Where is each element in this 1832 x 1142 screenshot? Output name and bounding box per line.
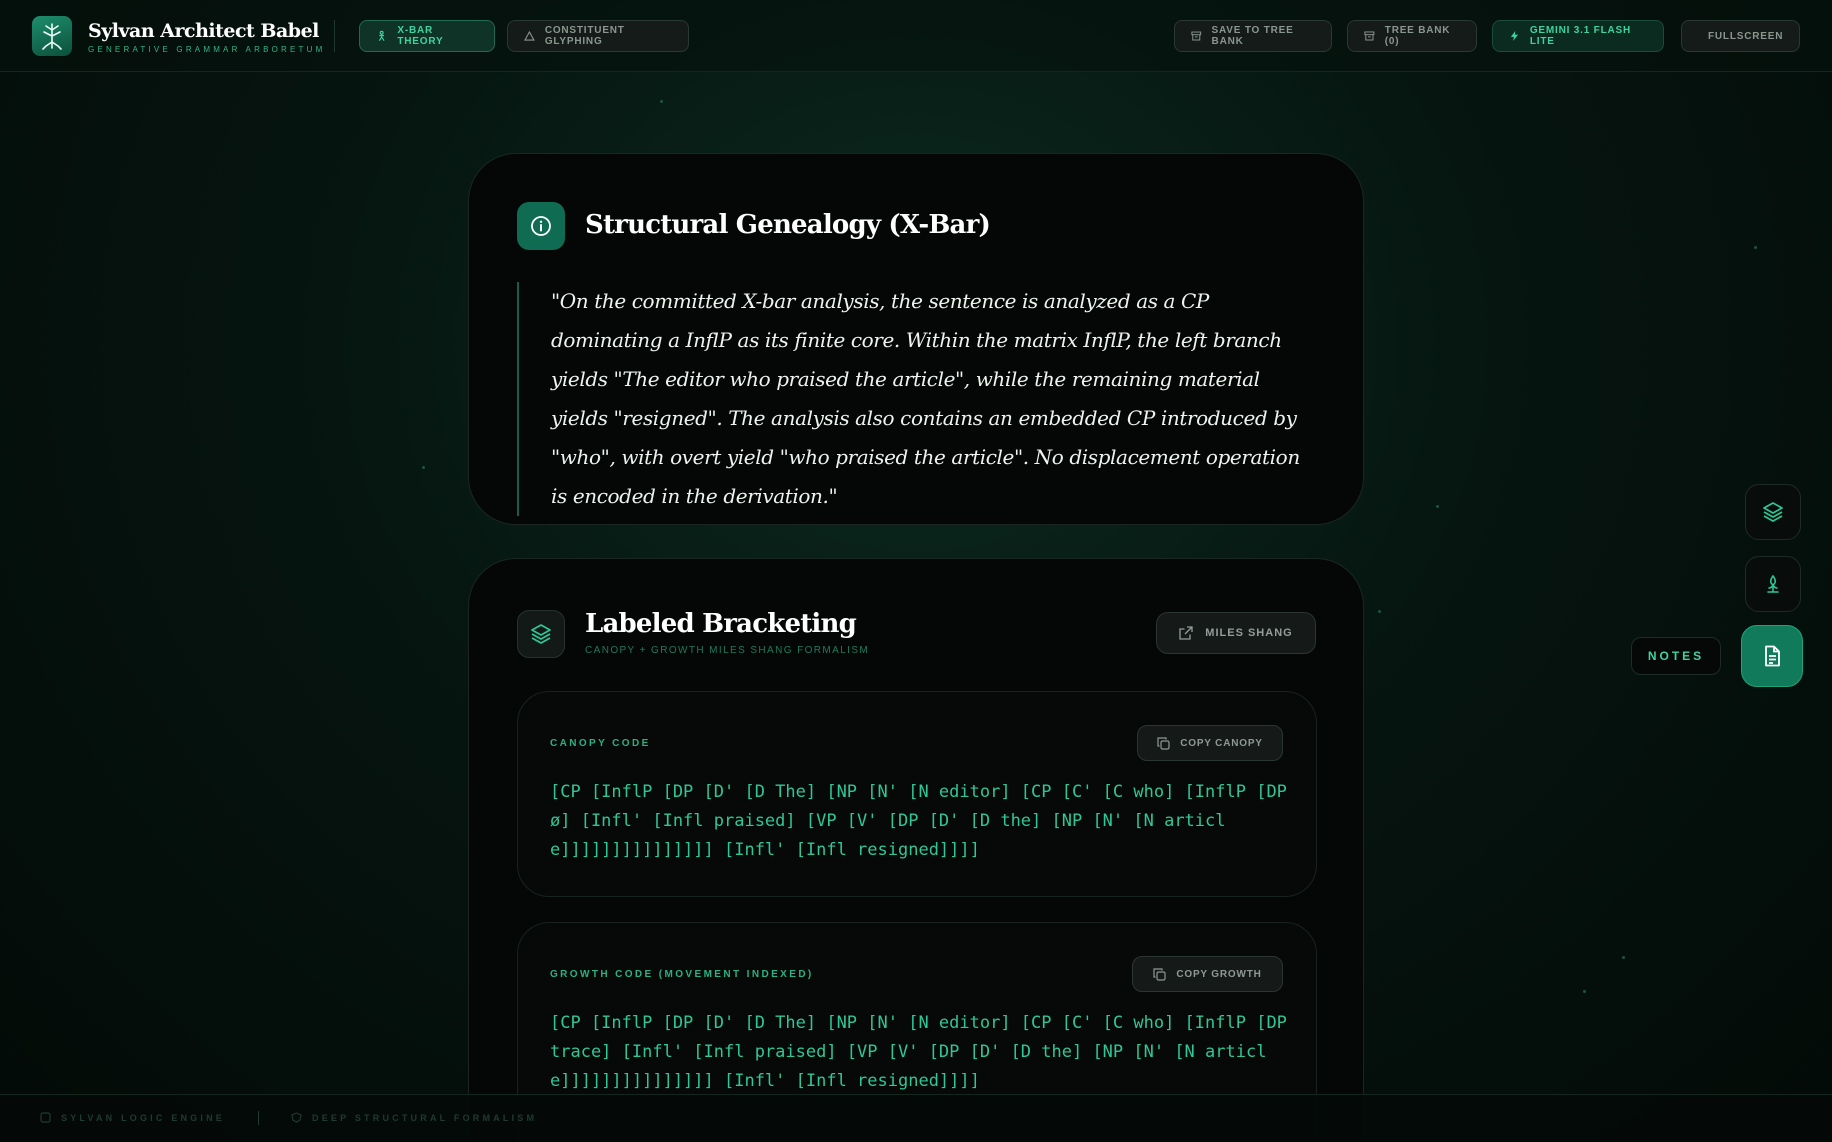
footer-formalism: DEEP STRUCTURAL FORMALISM [291, 1112, 537, 1123]
footer-bar: SYLVAN LOGIC ENGINE DEEP STRUCTURAL FORM… [0, 1094, 1832, 1142]
miles-shang-link-button[interactable]: MILES SHANG [1156, 612, 1316, 654]
tree-bank-button[interactable]: TREE BANK (0) [1347, 20, 1477, 52]
bracketing-subtitle: CANOPY + GROWTH MILES SHANG FORMALISM [585, 645, 870, 656]
background-dot [1583, 990, 1586, 993]
copy-canopy-button[interactable]: COPY CANOPY [1137, 725, 1283, 761]
tree-bank-label: TREE BANK (0) [1384, 25, 1451, 47]
bolt-icon [1510, 31, 1519, 41]
rail-layers-button[interactable] [1745, 484, 1801, 540]
document-icon [1765, 645, 1780, 667]
labeled-bracketing-card: Labeled Bracketing CANOPY + GROWTH MILES… [468, 558, 1364, 1142]
copy-icon [1157, 736, 1170, 750]
background-dot [660, 100, 663, 103]
footer-formalism-label: DEEP STRUCTURAL FORMALISM [312, 1112, 538, 1123]
model-selector-button[interactable]: GEMINI 3.1 FLASH LITE [1492, 20, 1664, 52]
top-header: Sylvan Architect Babel GENERATIVE GRAMMA… [0, 0, 1832, 72]
background-dot [1436, 505, 1439, 508]
genealogy-quote: "On the committed X-bar analysis, the se… [517, 282, 1317, 516]
shield-icon [291, 1112, 302, 1123]
app-subtitle: GENERATIVE GRAMMAR ARBORETUM [88, 45, 326, 54]
rail-notes-button[interactable] [1741, 625, 1803, 687]
bracketing-title: Labeled Bracketing [585, 609, 857, 639]
footer-engine-label: SYLVAN LOGIC ENGINE [61, 1112, 225, 1123]
layers-icon [517, 610, 565, 658]
copy-growth-button[interactable]: COPY GROWTH [1132, 956, 1283, 992]
save-to-tree-bank-button[interactable]: SAVE TO TREE BANK [1174, 20, 1332, 52]
external-link-icon [1179, 626, 1193, 640]
save-tree-bank-label: SAVE TO TREE BANK [1211, 25, 1294, 47]
fullscreen-button[interactable]: FULLSCREEN [1681, 20, 1800, 52]
layers-icon [1763, 502, 1783, 522]
header-divider [334, 20, 335, 52]
person-icon [378, 30, 385, 42]
canopy-code-label: CANOPY CODE [550, 738, 651, 749]
mode-constituent-glyphing-button[interactable]: CONSTITUENT GLYPHING [507, 20, 689, 52]
mode-glyphing-label: CONSTITUENT GLYPHING [544, 25, 625, 47]
background-dot [1622, 956, 1625, 959]
notes-tooltip: NOTES [1631, 637, 1721, 675]
mode-xbar-theory-button[interactable]: X-BAR THEORY [359, 20, 495, 52]
copy-icon [1153, 967, 1166, 981]
footer-engine: SYLVAN LOGIC ENGINE [40, 1112, 225, 1123]
archive-icon [1191, 31, 1202, 41]
copy-growth-label: COPY GROWTH [1176, 968, 1262, 980]
archive-icon [1364, 31, 1375, 41]
grid-icon [40, 1112, 51, 1123]
background-dot [1378, 610, 1381, 613]
footer-divider [258, 1111, 259, 1125]
app-title: Sylvan Architect Babel [88, 20, 319, 42]
app-logo [32, 16, 72, 56]
growth-code-text[interactable]: [CP [InflP [DP [D' [D The] [NP [N' [N ed… [550, 1009, 1290, 1096]
fullscreen-label: FULLSCREEN [1708, 30, 1784, 42]
growth-code-label: GROWTH CODE (MOVEMENT INDEXED) [550, 969, 814, 980]
background-dot [422, 466, 425, 469]
tree-logo-icon [42, 23, 62, 50]
genealogy-title: Structural Genealogy (X-Bar) [585, 210, 991, 240]
mode-xbar-label: X-BAR THEORY [397, 25, 444, 47]
tree-icon [1767, 574, 1779, 593]
canopy-code-panel: CANOPY CODE COPY CANOPY [CP [InflP [DP [… [517, 691, 1317, 897]
triangle-icon [524, 30, 535, 41]
structural-genealogy-card: Structural Genealogy (X-Bar) "On the com… [468, 153, 1364, 525]
background-dot [1754, 246, 1757, 249]
rail-tree-button[interactable] [1745, 556, 1801, 612]
miles-shang-label: MILES SHANG [1205, 627, 1293, 639]
model-label: GEMINI 3.1 FLASH LITE [1529, 25, 1631, 47]
copy-canopy-label: COPY CANOPY [1180, 737, 1263, 749]
info-icon [517, 202, 565, 250]
canopy-code-text[interactable]: [CP [InflP [DP [D' [D The] [NP [N' [N ed… [550, 778, 1290, 865]
